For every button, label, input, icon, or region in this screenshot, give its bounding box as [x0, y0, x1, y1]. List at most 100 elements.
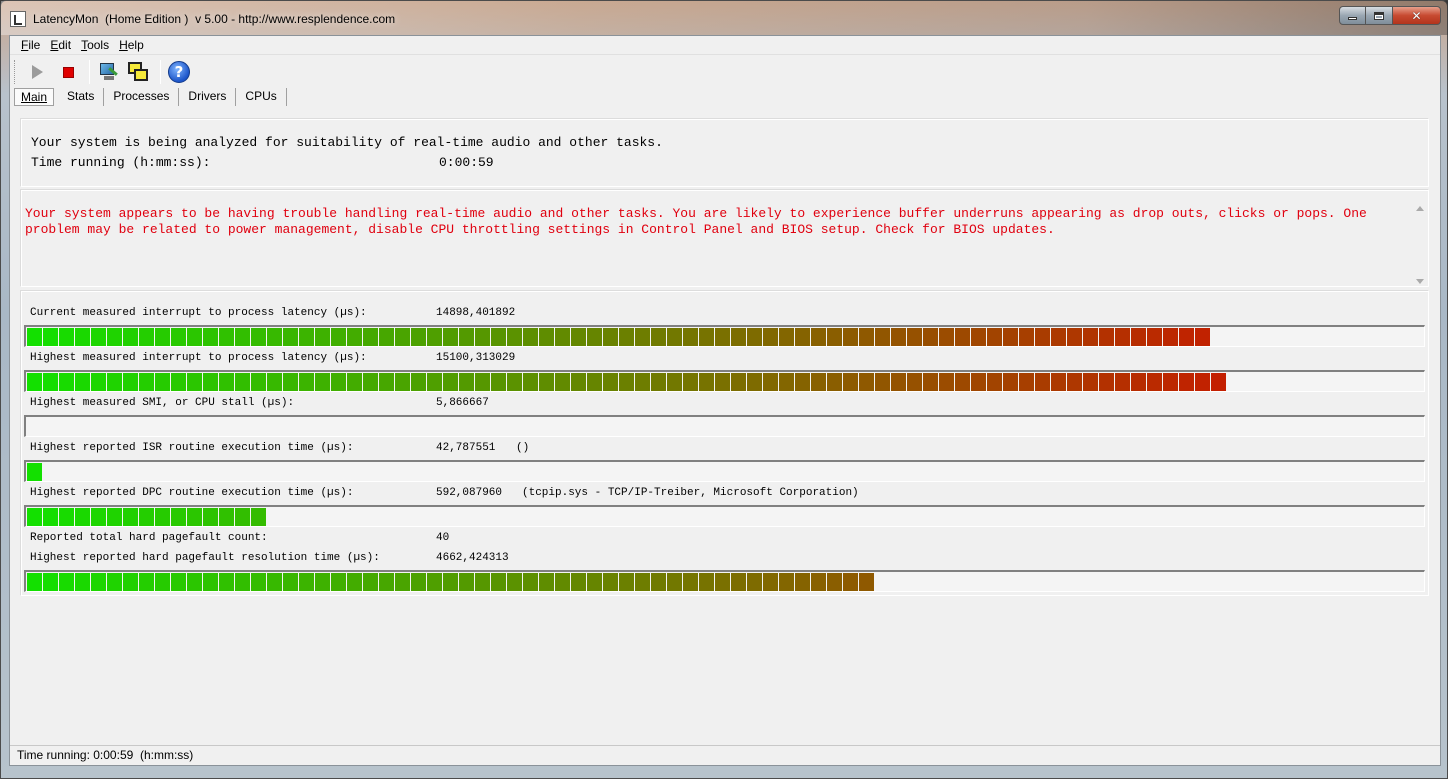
menu-help[interactable]: Help	[114, 38, 149, 52]
menu-file-rest: ile	[28, 38, 41, 52]
meter-segment	[251, 373, 266, 391]
menu-file[interactable]: File	[16, 38, 45, 52]
meter-segment	[667, 573, 682, 591]
meter-segment	[955, 328, 970, 346]
meter-segment	[795, 328, 810, 346]
meter-segment	[715, 573, 730, 591]
meter-segment	[539, 373, 554, 391]
meter-segment	[1115, 373, 1130, 391]
start-button[interactable]	[23, 59, 51, 85]
meter-segment	[27, 373, 42, 391]
close-icon: ✕	[1411, 8, 1422, 23]
tab-stats[interactable]: Stats	[58, 88, 105, 106]
meter-segment	[475, 573, 490, 591]
message-scrollbar[interactable]	[1414, 206, 1426, 284]
tab-cpus[interactable]: CPUs	[236, 88, 287, 106]
meter-segment	[603, 573, 618, 591]
meter-segment	[1083, 328, 1098, 346]
tab-processes[interactable]: Processes	[104, 88, 180, 106]
meter-segment	[939, 328, 954, 346]
minimize-button[interactable]	[1339, 6, 1366, 25]
meter-segment	[971, 373, 986, 391]
help-button[interactable]: ?	[165, 59, 193, 85]
meter-segment	[715, 328, 730, 346]
meter-segment	[347, 328, 362, 346]
meter-segment	[811, 573, 826, 591]
scroll-up-icon[interactable]	[1416, 206, 1424, 211]
windows-button[interactable]	[125, 59, 153, 85]
meter-segment	[139, 508, 154, 526]
toolbar-grip[interactable]	[14, 60, 17, 84]
meter-segment	[91, 573, 106, 591]
meter-segment	[555, 328, 570, 346]
meter-segment	[395, 573, 410, 591]
close-button[interactable]: ✕	[1393, 6, 1441, 25]
meter-bar	[24, 460, 1425, 482]
window-controls: ✕	[1339, 6, 1441, 26]
tab-main[interactable]: Main	[14, 88, 55, 106]
meters-panel: Current measured interrupt to process la…	[20, 290, 1429, 596]
settings-button[interactable]	[94, 59, 122, 85]
meter-segment	[331, 328, 346, 346]
tab-drivers[interactable]: Drivers	[179, 88, 237, 106]
meter-segment	[347, 373, 362, 391]
meter-fill	[27, 373, 1227, 391]
meter-segment	[619, 373, 634, 391]
meter-segment	[91, 508, 106, 526]
meter-segment	[699, 328, 714, 346]
app-icon[interactable]	[10, 11, 26, 27]
meter-segment	[1163, 328, 1178, 346]
meter-segment	[459, 328, 474, 346]
maximize-button[interactable]	[1366, 6, 1393, 25]
meter-segment	[651, 328, 666, 346]
status-bar: Time running: 0:00:59 (h:mm:ss)	[10, 745, 1440, 765]
meter-segment	[59, 328, 74, 346]
conclusion-message[interactable]: Your system appears to be having trouble…	[25, 206, 1409, 238]
meter-segment	[699, 373, 714, 391]
meter-segment	[411, 328, 426, 346]
meter-segment	[123, 373, 138, 391]
title-bar[interactable]: LatencyMon (Home Edition ) v 5.00 - http…	[1, 1, 1448, 35]
meter-segment	[555, 573, 570, 591]
meter-segment	[219, 373, 234, 391]
meter-segment	[443, 373, 458, 391]
meter-segment	[219, 508, 234, 526]
meter-segment	[139, 373, 154, 391]
meter-segment	[43, 328, 58, 346]
meter-fill	[27, 508, 267, 526]
meter-segment	[635, 328, 650, 346]
meter-segment	[251, 508, 266, 526]
tab-stats-label: Stats	[67, 89, 95, 103]
meter-value: 15100,313029	[436, 352, 516, 364]
meter-segment	[715, 373, 730, 391]
client-area: File Edit Tools Help ? Main Stats Proces…	[9, 35, 1441, 766]
menu-help-rest: elp	[127, 38, 144, 52]
meter-segment	[843, 573, 858, 591]
tab-main-label: Main	[21, 90, 48, 104]
meter-segment	[859, 373, 874, 391]
meter-segment	[219, 573, 234, 591]
meter-segment	[171, 573, 186, 591]
meter-segment	[971, 328, 986, 346]
windows-icon	[128, 62, 150, 82]
menu-tools-rest: ools	[87, 38, 110, 52]
meter-value: 14898,401892	[436, 307, 516, 319]
meter-segment	[363, 328, 378, 346]
meter-fill	[27, 573, 875, 591]
meter-segment	[491, 328, 506, 346]
menu-edit[interactable]: Edit	[45, 38, 76, 52]
meter-segment	[1067, 373, 1082, 391]
meter-segment	[1211, 373, 1226, 391]
meter-segment	[651, 573, 666, 591]
meter-value: 40	[436, 532, 450, 544]
stop-button[interactable]	[54, 59, 82, 85]
scroll-down-icon[interactable]	[1416, 279, 1424, 284]
meter-segment	[299, 328, 314, 346]
meter-segment	[203, 573, 218, 591]
menu-tools[interactable]: Tools	[76, 38, 114, 52]
meter-segment	[667, 373, 682, 391]
meter-segment	[331, 373, 346, 391]
meter-segment	[139, 328, 154, 346]
meter-value: 4662,424313	[436, 552, 509, 564]
meter-segment	[235, 573, 250, 591]
